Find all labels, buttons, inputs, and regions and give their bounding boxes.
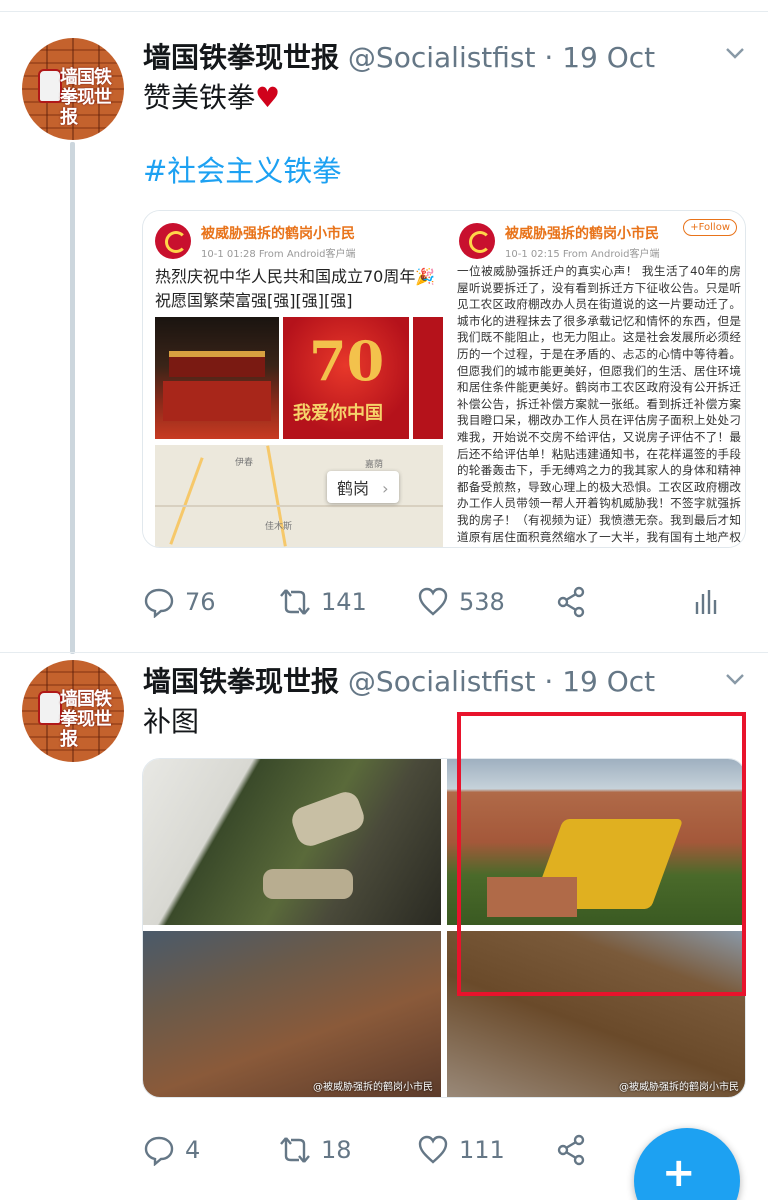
tweet-text-body: 赞美铁拳 (143, 81, 256, 114)
author-handle-date[interactable]: @Socialistfist · 19 Oct (348, 41, 655, 74)
map-location-pin[interactable]: 鹤岗 › (327, 471, 399, 503)
retweet-button[interactable]: 18 (279, 1130, 352, 1170)
analytics-icon (695, 590, 717, 614)
thread-connector (70, 142, 75, 654)
avatar-logo-text: 墙国铁拳现世报 (60, 67, 112, 128)
retweet-icon (280, 589, 310, 615)
retweet-count: 141 (321, 588, 367, 616)
heart-emoji: ♥ (255, 81, 281, 114)
photo-figure-shape (288, 788, 368, 850)
avatar[interactable]: 墙国铁拳现世报 (22, 660, 124, 762)
card-title: 热烈庆祝中华人民共和国成立70周年🎉祝愿国繁荣富强[强][强][强] (155, 267, 436, 310)
photo-watermark: @被威胁强拆的鹤岗小市民 (619, 1082, 739, 1093)
card-meta: 10-1 01:28 From Android客户端 (201, 249, 356, 260)
share-icon (557, 1134, 585, 1166)
weibo-card-left[interactable]: 被威胁强拆的鹤岗小市民 10-1 01:28 From Android客户端 热… (143, 211, 443, 547)
top-divider (0, 0, 768, 12)
share-icon (557, 586, 585, 618)
tweet-actions: 76 141 538 (143, 582, 743, 622)
retweet-button[interactable]: 141 (279, 582, 367, 622)
red-highlight-box (457, 712, 746, 996)
analytics-button[interactable] (691, 582, 723, 622)
heart-icon (418, 587, 448, 616)
card-author-name: 被威胁强拆的鹤岗小市民 (201, 226, 355, 242)
map-road (155, 505, 443, 507)
card-author-name: 被威胁强拆的鹤岗小市民 (505, 226, 659, 242)
photo-person-on-ground[interactable] (143, 759, 441, 925)
hashtag-link[interactable]: #社会主义铁拳 (143, 148, 341, 190)
reply-count: 4 (185, 1136, 201, 1164)
photo-rubble-left[interactable]: @被威胁强拆的鹤岗小市民 (143, 931, 441, 1097)
chevron-down-icon[interactable] (724, 42, 746, 64)
location-map[interactable]: 伊春 嘉荫 佳木斯 鹤岗 › (155, 445, 443, 547)
author-handle-date[interactable]: @Socialistfist · 19 Oct (348, 665, 655, 698)
reply-count: 76 (185, 588, 216, 616)
card-avatar (155, 223, 191, 259)
banner-text: 我爱你中国 (293, 403, 383, 424)
tweet-text: 赞美铁拳♥ (143, 76, 280, 116)
avatar-logo-text: 墙国铁拳现世报 (60, 689, 112, 750)
card-meta: 10-1 02:15 From Android客户端 (505, 249, 660, 260)
tweet-text: 补图 (143, 705, 200, 738)
weibo-card-right[interactable]: 被威胁强拆的鹤岗小市民 10-1 02:15 From Android客户端 +… (447, 211, 745, 547)
red-image-edge (413, 317, 443, 439)
map-location-label: 鹤岗 (337, 479, 370, 498)
map-town-label: 伊春 (235, 458, 254, 468)
like-count: 111 (459, 1136, 505, 1164)
like-button[interactable]: 538 (417, 582, 505, 622)
author-name[interactable]: 墙国铁拳现世报 (143, 41, 339, 74)
anniversary-70-image: 70 我爱你中国 (283, 317, 409, 439)
photo-watermark: @被威胁强拆的鹤岗小市民 (313, 1082, 433, 1093)
follow-button[interactable]: +Follow (683, 219, 737, 236)
chevron-down-icon[interactable] (724, 668, 746, 690)
chevron-right-icon: › (382, 479, 389, 498)
tweet-header: 墙国铁拳现世报 @Socialistfist · 19 Oct (143, 36, 655, 76)
tweet-media-grid[interactable]: 被威胁强拆的鹤岗小市民 10-1 01:28 From Android客户端 热… (142, 210, 746, 548)
reply-icon (144, 1136, 174, 1166)
map-road (169, 457, 204, 545)
fist-icon (38, 691, 62, 725)
like-count: 538 (459, 588, 505, 616)
author-name[interactable]: 墙国铁拳现世报 (143, 665, 339, 698)
avatar[interactable]: 墙国铁拳现世报 (22, 38, 124, 140)
map-town-label: 佳木斯 (265, 522, 293, 532)
photo-figure-shape (263, 869, 353, 899)
share-button[interactable] (555, 1130, 587, 1170)
gate-roof-shape (169, 351, 265, 377)
tweet-divider (0, 652, 768, 653)
tweet-header: 墙国铁拳现世报 @Socialistfist · 19 Oct (143, 660, 655, 700)
card-body-text: 一位被威胁强拆迁户的真实心声！ 我生活了40年的房屋听说要拆迁了，没有看到拆迁方… (457, 264, 741, 547)
retweet-count: 18 (321, 1136, 352, 1164)
tiananmen-image (155, 317, 279, 439)
retweet-icon (280, 1137, 310, 1163)
share-button[interactable] (555, 582, 587, 622)
seventy-numeral: 70 (309, 329, 385, 393)
heart-icon (418, 1135, 448, 1164)
like-button[interactable]: 111 (417, 1130, 505, 1170)
reply-button[interactable]: 4 (143, 1130, 200, 1170)
reply-icon (144, 588, 174, 618)
compose-feather-icon: + (662, 1150, 696, 1196)
map-town-label: 嘉荫 (365, 460, 384, 470)
gate-wall-shape (163, 381, 271, 421)
reply-button[interactable]: 76 (143, 582, 216, 622)
fist-icon (38, 69, 62, 103)
card-avatar (459, 223, 495, 259)
